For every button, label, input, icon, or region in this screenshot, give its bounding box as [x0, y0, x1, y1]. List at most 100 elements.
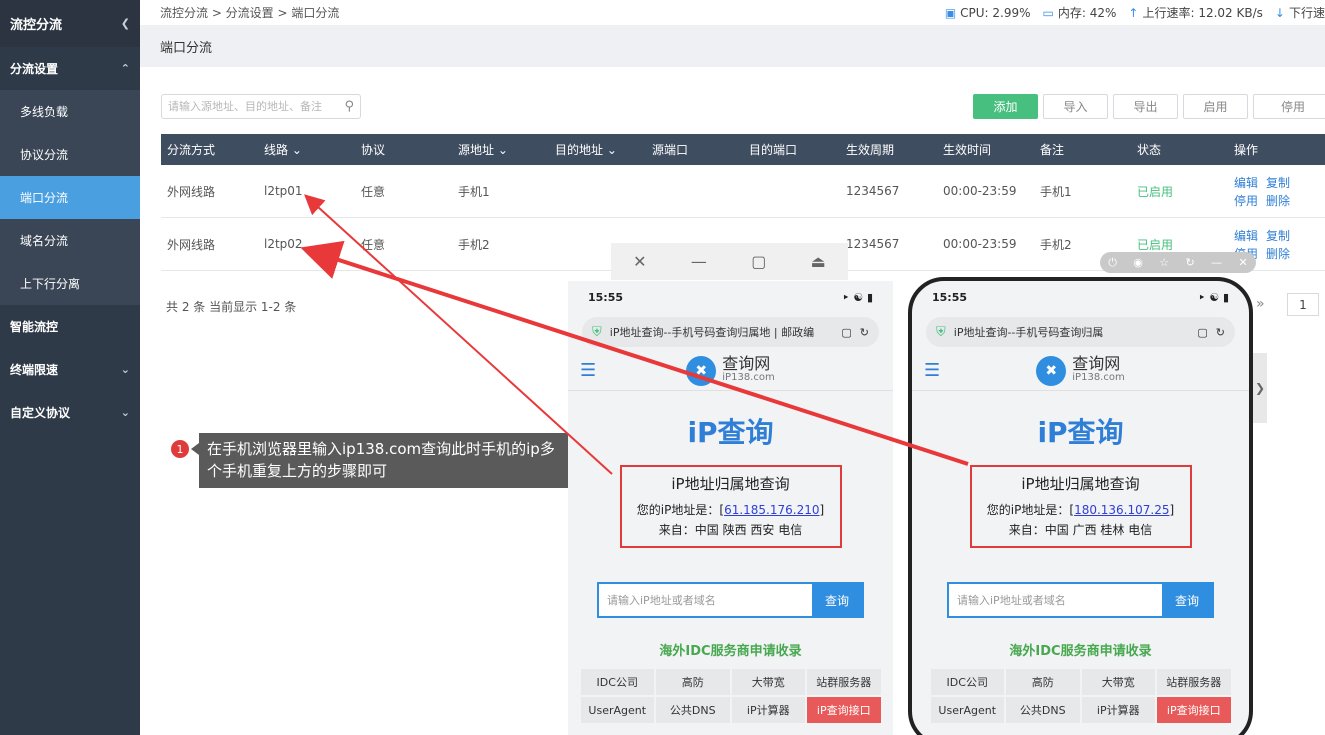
ip-heading: iP查询	[687, 416, 774, 449]
search-box[interactable]: ⚲	[161, 94, 361, 119]
sidebar-header[interactable]: 流控分流 ❮	[0, 0, 140, 47]
chevron-down-icon[interactable]: ⌄	[498, 143, 508, 157]
sidebar-item-protocol[interactable]: 协议分流	[0, 133, 140, 176]
sidebar-item-multiline[interactable]: 多线负载	[0, 90, 140, 133]
eject-icon[interactable]: ⏏	[811, 252, 826, 271]
menu-icon[interactable]: ☰	[924, 360, 964, 381]
record-icon[interactable]: ◉	[1133, 256, 1143, 269]
edit-link[interactable]: 编辑	[1234, 174, 1258, 191]
menu-icon[interactable]: ☰	[580, 360, 620, 381]
grid-link[interactable]: 大带宽	[731, 669, 805, 695]
delete-link[interactable]: 删除	[1266, 192, 1290, 209]
edit-link[interactable]: 编辑	[1234, 227, 1258, 244]
query-button[interactable]: 查询	[1162, 584, 1212, 616]
chevron-up-icon: ⌃	[120, 62, 130, 75]
disable-link[interactable]: 停用	[1234, 192, 1258, 209]
site-logo[interactable]: ✖ 查询网 iP138.com	[620, 355, 841, 386]
grid-link[interactable]: iP查询接口	[1157, 697, 1231, 723]
chevron-down-icon[interactable]: ⌄	[607, 143, 617, 157]
search-input[interactable]	[168, 100, 345, 113]
link-grid: IDC公司 高防 大带宽 站群服务器 UserAgent 公共DNS iP计算器…	[580, 669, 881, 723]
cell-line: l2tp01	[264, 184, 303, 198]
minimize-icon[interactable]: —	[691, 252, 707, 271]
idc-title[interactable]: 海外IDC服务商申请收录	[568, 640, 893, 659]
logo-text: 查询网	[1072, 353, 1121, 373]
table-row: 外网线路 l2tp01 任意 手机1 1234567 00:00-23:59 手…	[161, 165, 1325, 218]
bookmark-icon[interactable]: ▢	[1197, 326, 1207, 339]
cell-mode: 外网线路	[167, 237, 216, 252]
breadcrumb[interactable]: 流控分流 > 分流设置 > 端口分流	[160, 4, 339, 21]
browser-url[interactable]: iP地址查询--手机号码查询归属地 | 邮政编	[610, 324, 834, 340]
page-title: 端口分流	[140, 25, 1325, 67]
phone-screen-right: 15:55 ‣ ☯ ▮ ⛨ iP地址查询--手机号码查询归属 ▢ ↻ ☰ ✖ 查询…	[908, 277, 1253, 735]
mirror-window-controls: ✕ — ▢ ⏏	[611, 243, 848, 280]
import-button[interactable]: 导入	[1043, 94, 1108, 119]
ip-result-box: iP地址归属地查询 您的iP地址是：[180.136.107.25] 来自：中国…	[969, 465, 1192, 548]
double-chevron-right-icon[interactable]: »	[1256, 296, 1265, 312]
col-line[interactable]: 线路 ⌄	[258, 141, 355, 158]
browser-url-bar[interactable]: ⛨ iP地址查询--手机号码查询归属 ▢ ↻	[926, 317, 1235, 347]
grid-link[interactable]: 站群服务器	[807, 669, 881, 695]
grid-link[interactable]: IDC公司	[580, 669, 654, 695]
ip-query-input[interactable]	[599, 584, 812, 616]
delete-link[interactable]: 删除	[1266, 245, 1290, 262]
site-logo[interactable]: ✖ 查询网 iP138.com	[964, 353, 1197, 386]
add-button[interactable]: 添加	[973, 94, 1038, 119]
copy-link[interactable]: 复制	[1266, 227, 1290, 244]
chevron-left-icon[interactable]: ❮	[121, 17, 130, 30]
grid-link[interactable]: 高防	[1006, 669, 1080, 695]
minimize-icon[interactable]: —	[1211, 256, 1222, 269]
idc-title[interactable]: 海外IDC服务商申请收录	[912, 640, 1249, 659]
cpu-stat: ▣ CPU: 2.99%	[945, 6, 1031, 20]
query-button[interactable]: 查询	[812, 584, 862, 616]
ip-query-input[interactable]	[949, 584, 1162, 616]
sidebar-item-custom[interactable]: 自定义协议 ⌄	[0, 391, 140, 434]
browser-url-bar[interactable]: ⛨ iP地址查询--手机号码查询归属地 | 邮政编 ▢ ↻	[582, 317, 879, 347]
grid-link[interactable]: UserAgent	[930, 697, 1004, 723]
enable-button[interactable]: 启用	[1183, 94, 1248, 119]
sidebar-item-port[interactable]: 端口分流	[0, 176, 140, 219]
bookmark-icon[interactable]: ▢	[841, 326, 851, 339]
pin-icon[interactable]: ☆	[1159, 256, 1169, 269]
refresh-icon[interactable]: ↻	[860, 326, 869, 339]
disable-button[interactable]: 停用	[1253, 94, 1325, 119]
ip-link[interactable]: 61.185.176.210	[724, 503, 819, 517]
cell-time: 00:00-23:59	[943, 237, 1017, 251]
phone-status-bar: 15:55 ‣ ☯ ▮	[912, 281, 1249, 313]
browser-url[interactable]: iP地址查询--手机号码查询归属	[954, 324, 1190, 340]
sidebar-item-updown[interactable]: 上下行分离	[0, 262, 140, 305]
sidebar-item-smart[interactable]: 智能流控	[0, 305, 140, 348]
grid-link[interactable]: iP计算器	[1081, 697, 1155, 723]
sidebar-item-terminal[interactable]: 终端限速 ⌄	[0, 348, 140, 391]
grid-link[interactable]: 公共DNS	[1006, 697, 1080, 723]
rotate-icon[interactable]: ↻	[1186, 256, 1195, 269]
grid-link[interactable]: 站群服务器	[1157, 669, 1231, 695]
maximize-icon[interactable]: ▢	[751, 252, 766, 271]
grid-link[interactable]: 高防	[656, 669, 730, 695]
export-button[interactable]: 导出	[1113, 94, 1178, 119]
close-icon[interactable]: ✕	[1239, 256, 1248, 269]
copy-link[interactable]: 复制	[1266, 174, 1290, 191]
grid-link[interactable]: 公共DNS	[656, 697, 730, 723]
grid-link[interactable]: 大带宽	[1081, 669, 1155, 695]
ip-link[interactable]: 180.136.107.25	[1074, 503, 1169, 517]
page-number[interactable]: 1	[1287, 293, 1319, 316]
search-icon[interactable]: ⚲	[344, 99, 354, 114]
close-icon[interactable]: ✕	[633, 252, 646, 271]
cell-time: 00:00-23:59	[943, 184, 1017, 198]
refresh-icon[interactable]: ↻	[1216, 326, 1225, 339]
grid-link[interactable]: iP查询接口	[807, 697, 881, 723]
cell-period: 1234567	[846, 184, 900, 198]
chevron-down-icon[interactable]: ⌄	[292, 143, 302, 157]
sidebar-item-domain[interactable]: 域名分流	[0, 219, 140, 262]
col-dst[interactable]: 目的地址 ⌄	[549, 141, 646, 158]
power-icon[interactable]: ⏻	[1108, 256, 1117, 270]
chevron-right-icon[interactable]: ❯	[1253, 353, 1267, 423]
grid-link[interactable]: iP计算器	[731, 697, 805, 723]
cell-src: 手机2	[458, 237, 490, 252]
col-period: 生效周期	[846, 143, 895, 157]
col-src[interactable]: 源地址 ⌄	[452, 141, 549, 158]
sidebar-item-split-settings[interactable]: 分流设置 ⌃	[0, 47, 140, 90]
grid-link[interactable]: UserAgent	[580, 697, 654, 723]
grid-link[interactable]: IDC公司	[930, 669, 1004, 695]
